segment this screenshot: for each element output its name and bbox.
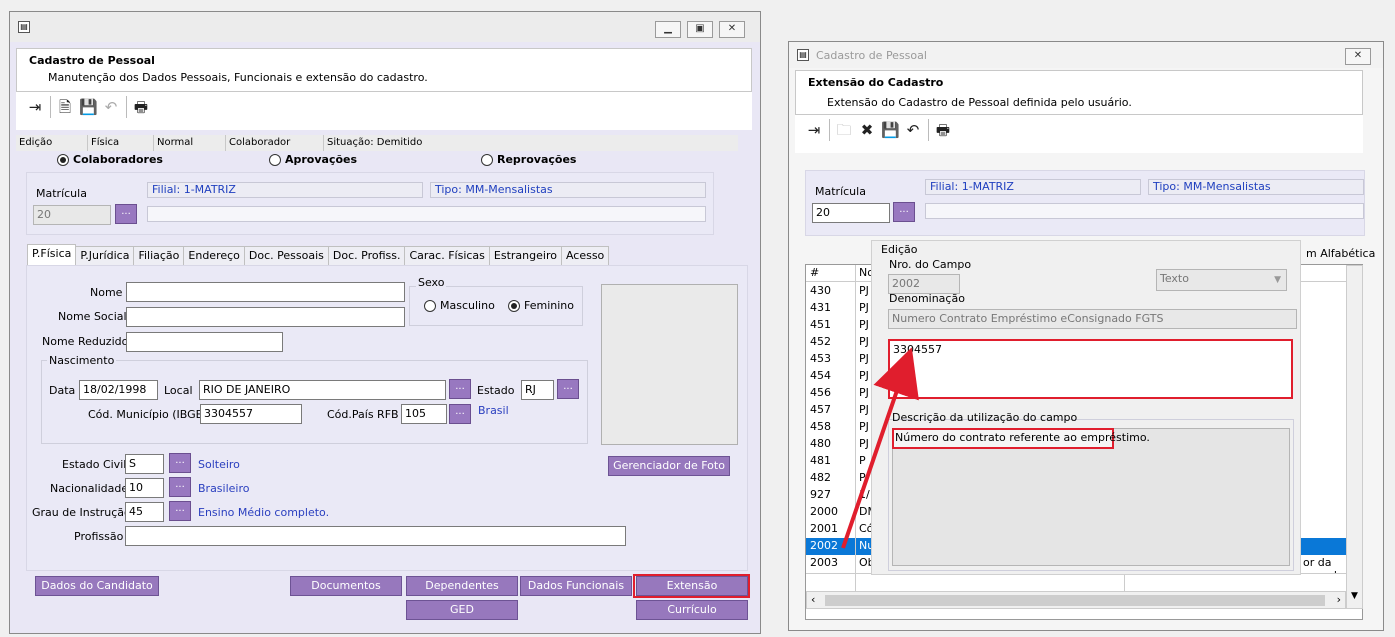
annotation-arrow [841,347,919,549]
